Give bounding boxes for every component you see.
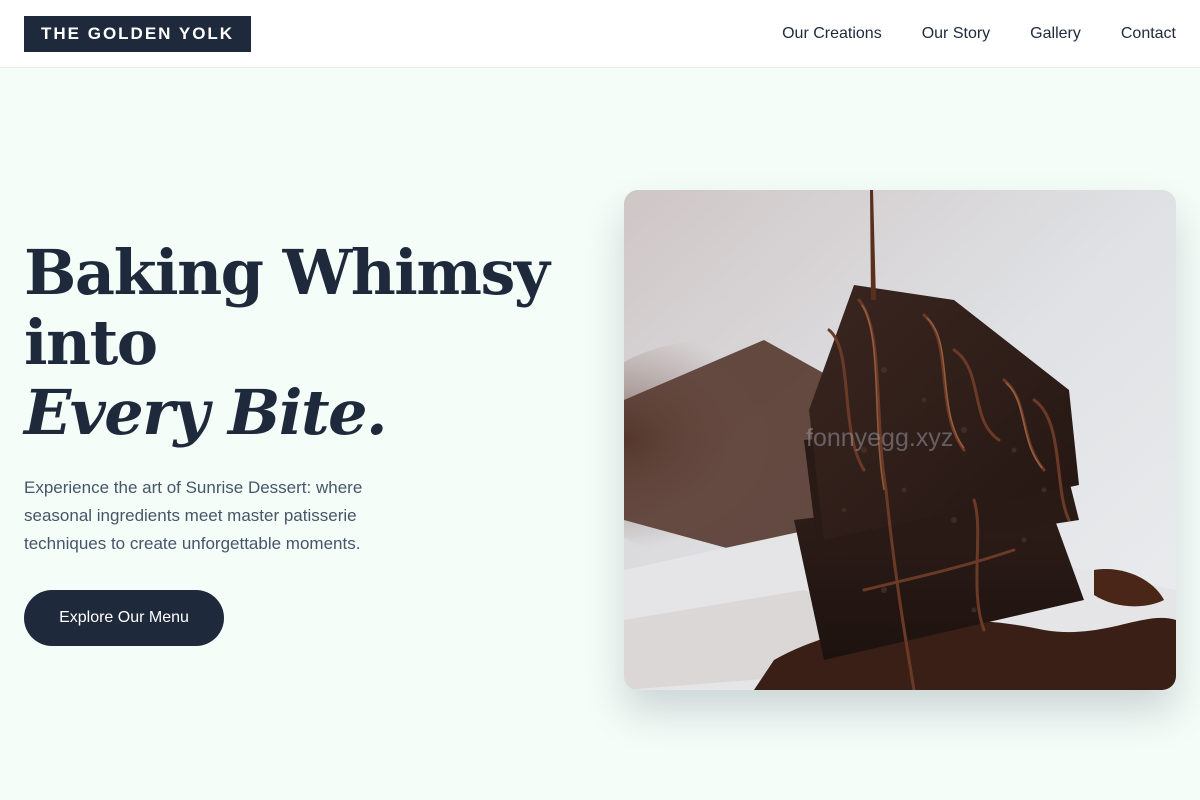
hero-subtitle: Experience the art of Sunrise Dessert: w…: [24, 478, 363, 553]
explore-menu-button[interactable]: Explore Our Menu: [24, 590, 224, 646]
chocolate-cake-illustration: [624, 190, 1176, 690]
nav-link-our-story[interactable]: Our Story: [922, 25, 990, 43]
nav-link-gallery[interactable]: Gallery: [1030, 25, 1081, 43]
site-logo[interactable]: THE GOLDEN YOLK: [24, 16, 252, 52]
hero-title-line-2: into: [24, 306, 158, 379]
main-nav: Our Creations Our Story Gallery Contact: [782, 0, 1176, 68]
nav-link-our-creations[interactable]: Our Creations: [782, 25, 882, 43]
hero-title-accent: Every Bite.: [24, 376, 388, 449]
hero-title-line-1: Baking Whimsy: [24, 236, 550, 309]
nav-link-contact[interactable]: Contact: [1121, 25, 1176, 43]
hero-image: [624, 190, 1176, 690]
site-header: THE GOLDEN YOLK Our Creations Our Story …: [0, 0, 1200, 68]
hero-title: Baking Whimsy into Every Bite.: [24, 236, 550, 449]
